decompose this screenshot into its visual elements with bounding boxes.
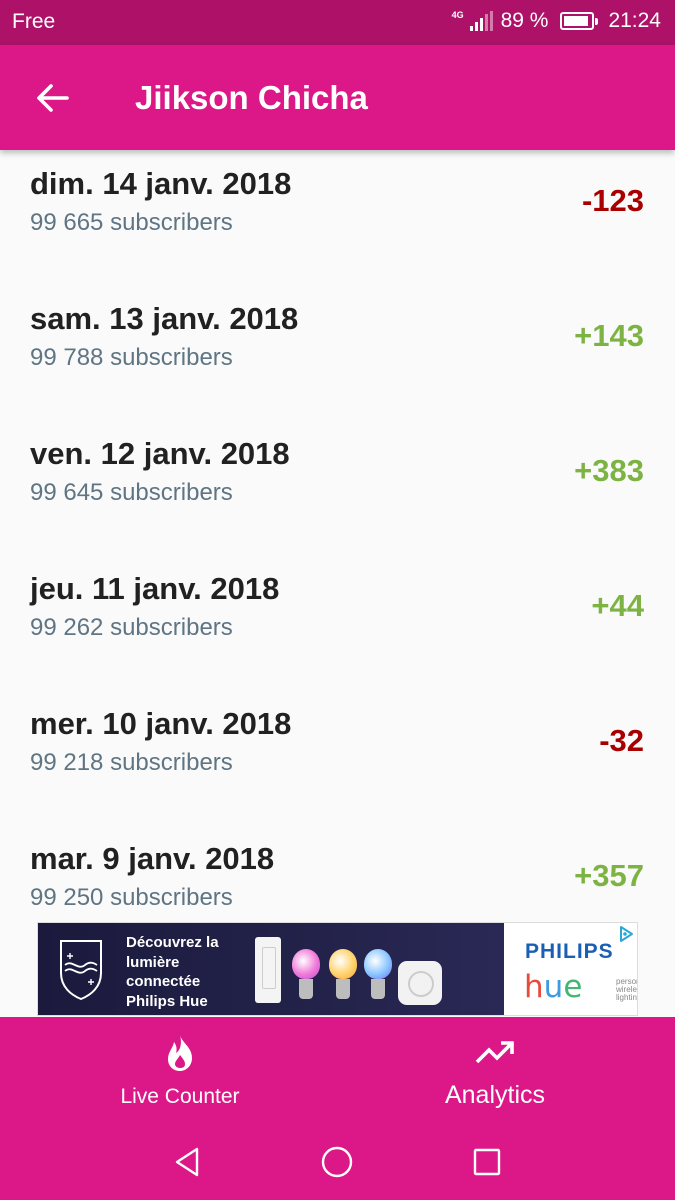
ad-headline: Découvrez la lumière connectée Philips H… — [126, 934, 219, 1010]
ad-tagline: personal wireless lighting — [616, 977, 637, 1002]
history-date: mer. 10 janv. 2018 — [30, 706, 292, 741]
battery-percent: 89 % — [500, 9, 549, 32]
back-button[interactable] — [30, 75, 76, 121]
trending-up-icon — [475, 1041, 514, 1064]
history-delta: +357 — [574, 858, 644, 893]
bulb-image — [292, 949, 320, 1005]
history-subscribers: 99 665 subscribers — [30, 209, 233, 236]
history-date: mar. 9 janv. 2018 — [30, 841, 275, 876]
back-triangle-icon — [175, 1147, 199, 1177]
battery-icon — [560, 12, 599, 30]
ad-choices-icon[interactable] — [617, 925, 635, 943]
tab-live-counter-label: Live Counter — [120, 1085, 240, 1108]
bottom-navigation: Live Counter Analytics — [0, 1017, 675, 1120]
system-recents-button[interactable] — [467, 1142, 507, 1182]
history-subscribers: 99 218 subscribers — [30, 749, 233, 776]
signal-icon: 4G — [451, 10, 493, 31]
system-back-button[interactable] — [167, 1142, 207, 1182]
status-indicators: 4G 89 % 21:24 — [452, 9, 661, 33]
dimmer-switch-image — [255, 937, 281, 1003]
ad-brand: PHILIPS — [525, 940, 614, 963]
home-circle-icon — [321, 1146, 353, 1178]
history-subscribers: 99 262 subscribers — [30, 614, 233, 641]
tab-analytics-label: Analytics — [444, 1081, 546, 1109]
tab-analytics[interactable]: Analytics — [395, 1017, 595, 1120]
subscriber-history-list[interactable]: dim. 14 janv. 2018 99 665 subscribers -1… — [0, 150, 675, 1018]
philips-shield-icon — [60, 940, 102, 1001]
tab-live-counter[interactable]: Live Counter — [80, 1017, 280, 1120]
list-item[interactable]: jeu. 11 janv. 2018 99 262 subscribers +4… — [0, 555, 675, 690]
app-bar: Jiikson Chicha — [0, 45, 675, 150]
history-subscribers: 99 645 subscribers — [30, 479, 233, 506]
history-subscribers: 99 250 subscribers — [30, 884, 233, 911]
clock: 21:24 — [608, 9, 661, 32]
recents-square-icon — [473, 1148, 501, 1176]
history-date: jeu. 11 janv. 2018 — [30, 571, 280, 606]
list-item[interactable]: sam. 13 janv. 2018 99 788 subscribers +1… — [0, 285, 675, 420]
list-item[interactable]: ven. 12 janv. 2018 99 645 subscribers +3… — [0, 420, 675, 555]
history-date: sam. 13 janv. 2018 — [30, 301, 299, 336]
flame-icon — [168, 1035, 192, 1071]
ad-banner[interactable]: Découvrez la lumière connectée Philips H… — [37, 922, 638, 1016]
history-delta: +44 — [591, 588, 644, 623]
carrier-name: Free — [12, 10, 56, 33]
list-item[interactable]: mer. 10 janv. 2018 99 218 subscribers -3… — [0, 690, 675, 825]
network-type: 4G — [451, 10, 464, 20]
arrow-left-icon — [37, 84, 69, 112]
hue-bridge-image — [398, 961, 442, 1005]
bulb-image — [329, 949, 357, 1005]
ad-product-logo: hue — [524, 969, 583, 1005]
history-delta: +143 — [574, 318, 644, 353]
history-delta: -123 — [581, 183, 644, 218]
status-bar: Free 4G 89 % 21:24 — [0, 0, 675, 45]
system-navigation-bar — [0, 1120, 675, 1200]
history-date: ven. 12 janv. 2018 — [30, 436, 290, 471]
history-delta: +383 — [574, 453, 644, 488]
list-item[interactable]: dim. 14 janv. 2018 99 665 subscribers -1… — [0, 150, 675, 285]
history-date: dim. 14 janv. 2018 — [30, 166, 292, 201]
history-delta: -32 — [599, 723, 644, 758]
page-title: Jiikson Chicha — [135, 79, 368, 116]
history-subscribers: 99 788 subscribers — [30, 344, 233, 371]
bulb-image — [364, 949, 392, 1005]
system-home-button[interactable] — [317, 1142, 357, 1182]
